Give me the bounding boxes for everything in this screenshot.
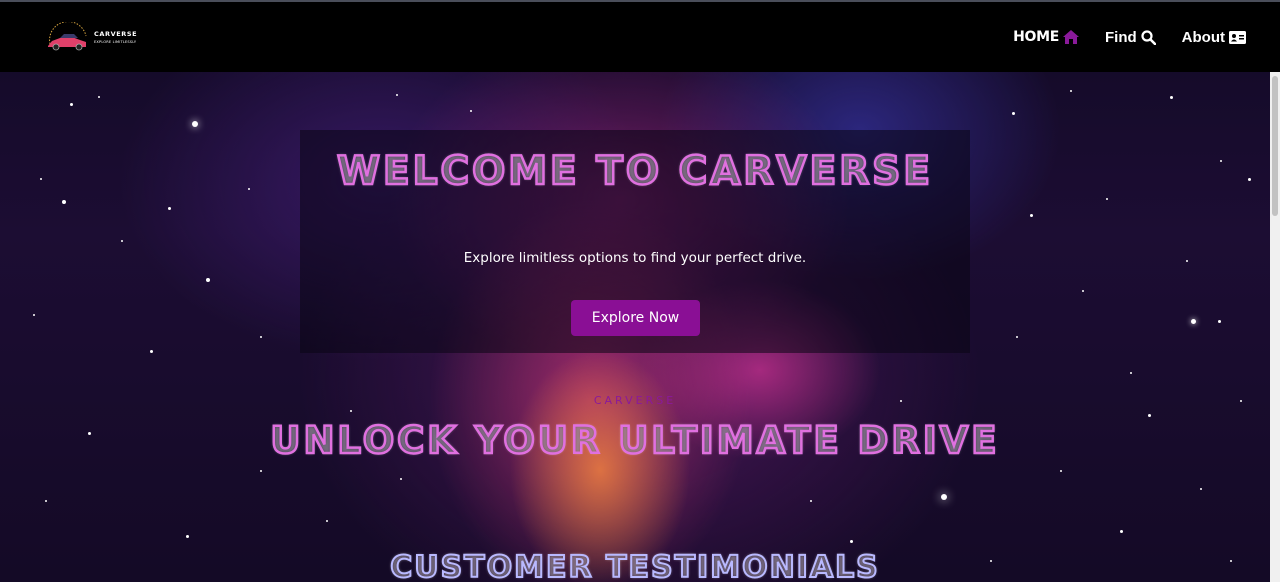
nav-home-label: HOME [1013,29,1060,45]
brand-logo[interactable]: CARVERSE EXPLORE LIMITLESSLY [46,18,138,56]
explore-now-button[interactable]: Explore Now [571,300,700,336]
main-nav: HOME Find About [1013,29,1246,46]
search-icon [1141,29,1156,45]
hero-subtitle: Explore limitless options to find your p… [463,250,807,266]
nav-home-link[interactable]: HOME [1013,29,1080,45]
testimonials-title: CUSTOMER TESTIMONIALS [389,549,880,582]
hero-title: WELCOME TO CARVERSE [336,148,934,196]
brand-name: CARVERSE [94,30,138,38]
nav-about-label: About [1181,28,1225,46]
nav-about-link[interactable]: About [1182,29,1246,46]
navbar: CARVERSE EXPLORE LIMITLESSLY HOME Find A… [0,2,1280,72]
brand-tagline: EXPLORE LIMITLESSLY [94,40,137,44]
nav-find-label: Find [1105,28,1137,46]
scrollbar-thumb[interactable] [1272,76,1278,216]
section-kicker: CARVERSE [593,394,677,407]
id-card-icon [1229,30,1246,44]
car-logo-icon [48,22,87,51]
nav-find-link[interactable]: Find [1105,29,1156,46]
section-title: UNLOCK YOUR ULTIMATE DRIVE [269,418,1000,464]
page-scrollbar[interactable] [1270,72,1280,582]
home-icon [1063,30,1080,44]
